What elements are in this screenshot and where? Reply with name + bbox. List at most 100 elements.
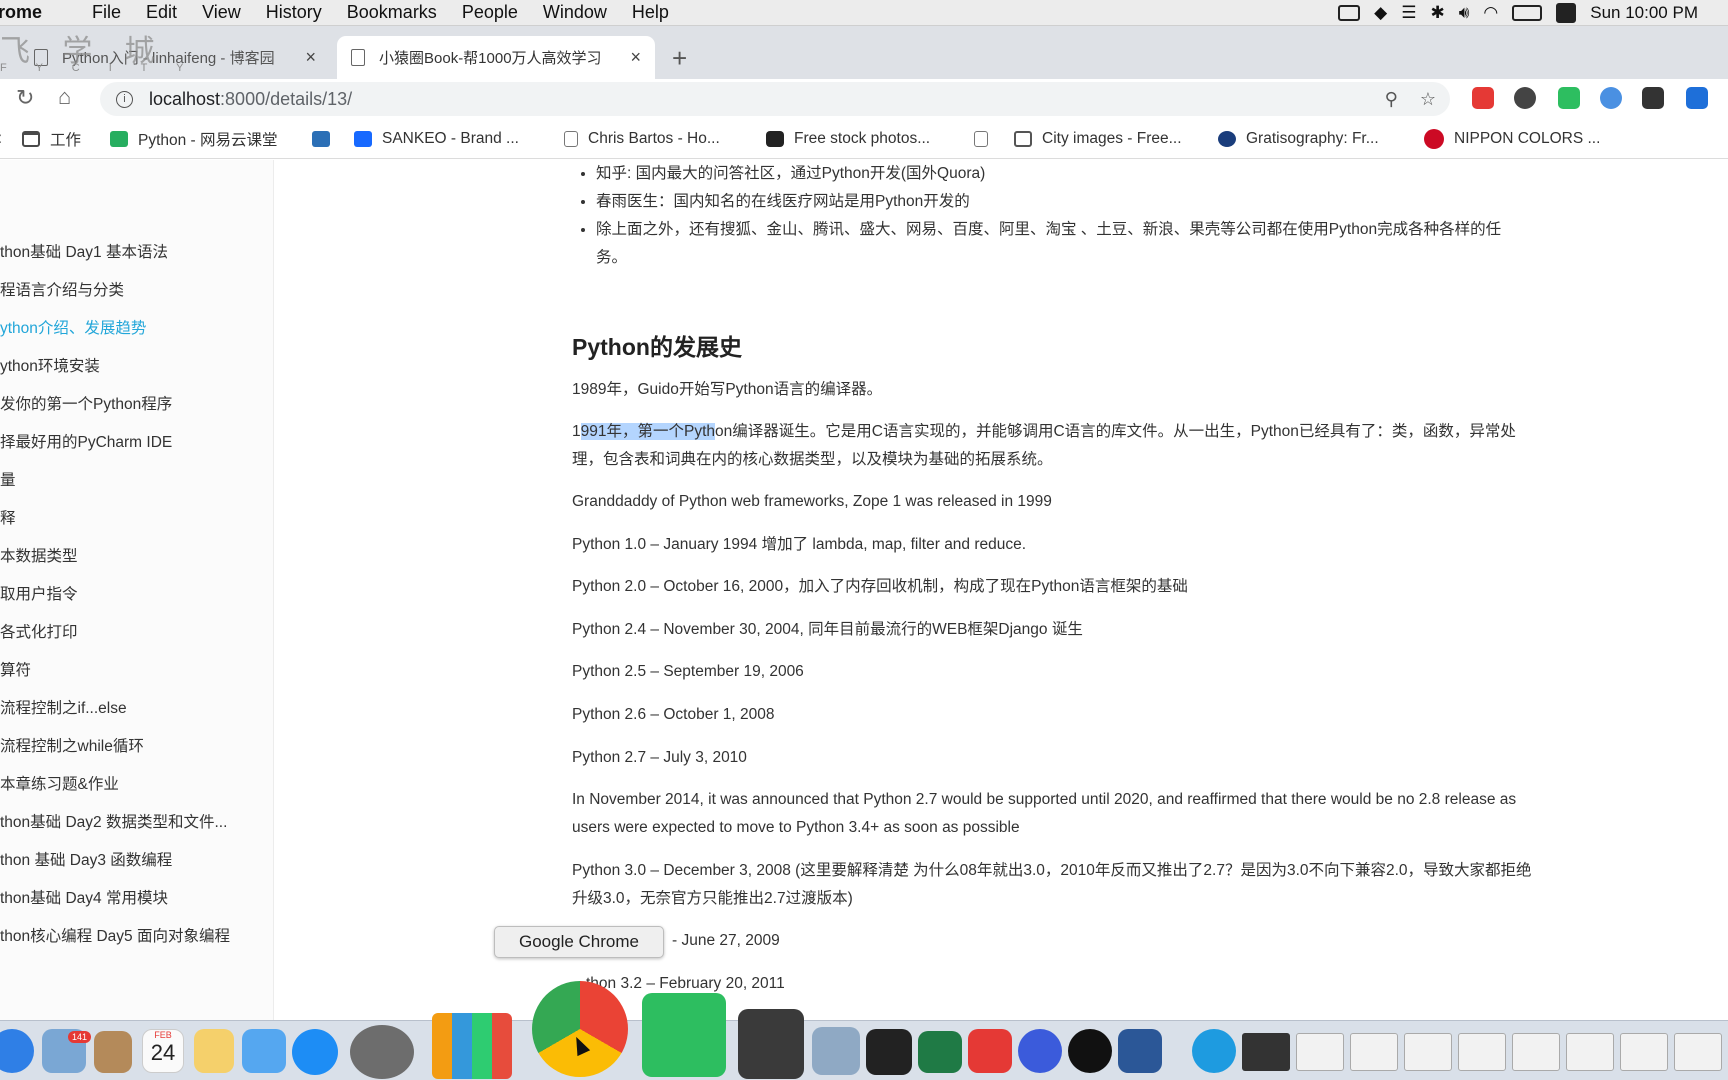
minimized-window-icon[interactable] — [1458, 1033, 1506, 1071]
article-content: 知乎: 国内最大的问答社区，通过Python开发(国外Quora) 春雨医生：国… — [274, 160, 1728, 1020]
clock[interactable]: Sun 10:00 PM — [1590, 3, 1698, 23]
address-bar[interactable]: i localhost:8000/details/13/ ⚲ ☆ — [100, 82, 1450, 116]
toc-item[interactable]: 本数据类型 — [0, 544, 78, 566]
menu-window[interactable]: Window — [543, 2, 607, 23]
toc-item[interactable]: 流程控制之if...else — [0, 696, 127, 718]
evernote-icon[interactable] — [642, 993, 726, 1077]
screen-capture-icon[interactable] — [1018, 1029, 1062, 1073]
sublime-status-icon[interactable] — [1556, 3, 1577, 23]
qq-icon[interactable] — [1068, 1029, 1112, 1073]
toc-item[interactable]: 流程控制之while循环 — [0, 734, 144, 756]
pycharm-icon[interactable] — [866, 1029, 912, 1075]
extension-more-icon[interactable] — [1642, 87, 1664, 109]
toc-item[interactable]: 发你的第一个Python程序 — [0, 392, 172, 414]
bookmark-netease[interactable]: Python - 网易云课堂 — [110, 128, 278, 150]
bookmark-label: 工作 — [50, 131, 82, 149]
layers-icon[interactable]: ☰ — [1401, 3, 1416, 23]
minimized-window-icon[interactable] — [1620, 1033, 1668, 1071]
toc-item[interactable]: thon 基础 Day3 函数编程 — [0, 848, 172, 870]
bluetooth-icon[interactable]: ✱ — [1430, 3, 1444, 23]
toc-item[interactable]: 算符 — [0, 658, 31, 680]
toc-item[interactable]: thon基础 Day4 常用模块 — [0, 886, 168, 908]
evernote-status-icon[interactable]: ◆ — [1374, 3, 1387, 23]
bookmark-work[interactable]: 工作 — [22, 128, 81, 150]
toc-item[interactable]: 择最好用的PyCharm IDE — [0, 430, 172, 452]
new-tab-button[interactable]: + — [672, 43, 687, 74]
tab-book[interactable]: 小猿圈Book-帮1000万人高效学习 × — [337, 36, 655, 79]
bookmark-unnamed[interactable] — [312, 130, 340, 147]
minimized-window-icon[interactable] — [1350, 1033, 1398, 1071]
bookmark-page[interactable] — [974, 130, 998, 147]
numbers-icon[interactable] — [432, 1013, 512, 1079]
contacts-icon[interactable] — [94, 1031, 132, 1073]
menu-history[interactable]: History — [266, 2, 322, 23]
toc-item[interactable]: 本章练习题&作业 — [0, 772, 119, 794]
toc-item[interactable]: 各式化打印 — [0, 620, 78, 642]
reload-icon[interactable]: ↻ — [16, 85, 34, 111]
toc-item[interactable]: thon核心编程 Day5 面向对象编程 — [0, 924, 230, 946]
minimized-window-icon[interactable] — [1296, 1033, 1344, 1071]
app-store-icon[interactable] — [292, 1029, 338, 1075]
toc-item[interactable]: 量 — [0, 468, 16, 490]
close-tab-icon[interactable]: × — [630, 47, 641, 68]
toc-item[interactable]: 取用户指令 — [0, 582, 78, 604]
screen-record-icon[interactable] — [1338, 5, 1361, 21]
menu-people[interactable]: People — [462, 2, 518, 23]
volume-icon[interactable]: 🔊︎ — [1459, 3, 1470, 23]
extension-translate-icon[interactable] — [1686, 87, 1708, 109]
menu-bookmarks[interactable]: Bookmarks — [347, 2, 437, 23]
watermark-sub: F Y C I T Y — [0, 62, 197, 74]
home-icon[interactable]: ⌂ — [58, 84, 71, 110]
site-info-icon[interactable]: i — [116, 90, 133, 108]
menu-app-name[interactable]: rome — [0, 2, 42, 23]
notes-icon[interactable] — [194, 1029, 234, 1073]
bookmark-city-images[interactable]: City images - Free... — [1014, 130, 1182, 148]
keynote-icon[interactable] — [242, 1029, 286, 1073]
page-icon — [564, 130, 578, 147]
bookmark-free-stock[interactable]: Free stock photos... — [766, 130, 930, 148]
preview-icon[interactable] — [812, 1027, 860, 1075]
word-icon[interactable] — [1118, 1029, 1162, 1073]
close-tab-icon[interactable]: × — [305, 47, 316, 68]
xmind-icon[interactable] — [968, 1029, 1012, 1073]
zoom-icon[interactable]: ⚲ — [1385, 89, 1398, 110]
extension-fe-icon[interactable] — [1472, 87, 1494, 109]
chrome-icon[interactable] — [532, 981, 628, 1077]
safari-icon[interactable] — [0, 1029, 34, 1073]
bookmark-star-icon[interactable]: ☆ — [1420, 89, 1436, 110]
menu-help[interactable]: Help — [632, 2, 669, 23]
extension-grammarly-icon[interactable] — [1514, 87, 1536, 109]
downloads-icon[interactable] — [1192, 1029, 1236, 1073]
sublime-text-icon[interactable] — [738, 1009, 804, 1079]
minimized-window-icon[interactable] — [1242, 1033, 1290, 1071]
calendar-icon[interactable]: FEB 24 — [142, 1029, 184, 1073]
bookmark-chris-bartos[interactable]: Chris Bartos - Ho... — [564, 130, 720, 148]
toc-item[interactable]: thon基础 Day2 数据类型和文件... — [0, 810, 227, 832]
menu-view[interactable]: View — [202, 2, 241, 23]
bookmark-sankeo[interactable]: SANKEO - Brand ... — [354, 130, 519, 148]
toc-item-active[interactable]: ython介绍、发展趋势 — [0, 316, 146, 338]
toc-item[interactable]: thon基础 Day1 基本语法 — [0, 240, 168, 262]
tab-strip: Python入门 - linhaifeng - 博客园 × 小猿圈Book-帮1… — [0, 26, 1728, 79]
toc-item[interactable]: 释 — [0, 506, 16, 528]
menu-file[interactable]: File — [92, 2, 121, 23]
wifi-icon[interactable]: ◠ — [1483, 3, 1498, 23]
minimized-window-icon[interactable] — [1674, 1033, 1722, 1071]
bookmarks-overflow[interactable]: : — [0, 130, 2, 148]
minimized-window-icon[interactable] — [1566, 1033, 1614, 1071]
bookmark-gratisography[interactable]: Gratisography: Fr... — [1218, 130, 1379, 148]
excel-icon[interactable] — [918, 1031, 962, 1073]
extension-pulse-icon[interactable] — [1600, 87, 1622, 109]
system-preferences-icon[interactable] — [350, 1025, 414, 1079]
calendar-month: FEB — [154, 1030, 172, 1040]
camera-icon — [1014, 130, 1032, 147]
extension-evernote-icon[interactable] — [1558, 87, 1580, 109]
toc-item[interactable]: ython环境安装 — [0, 354, 100, 376]
battery-icon[interactable] — [1512, 5, 1543, 21]
bookmark-nippon-colors[interactable]: NIPPON COLORS ... — [1424, 128, 1600, 149]
menu-edit[interactable]: Edit — [146, 2, 177, 23]
minimized-window-icon[interactable] — [1404, 1033, 1452, 1071]
camera-icon — [766, 130, 784, 147]
toc-item[interactable]: 程语言介绍与分类 — [0, 278, 124, 300]
minimized-window-icon[interactable] — [1512, 1033, 1560, 1071]
